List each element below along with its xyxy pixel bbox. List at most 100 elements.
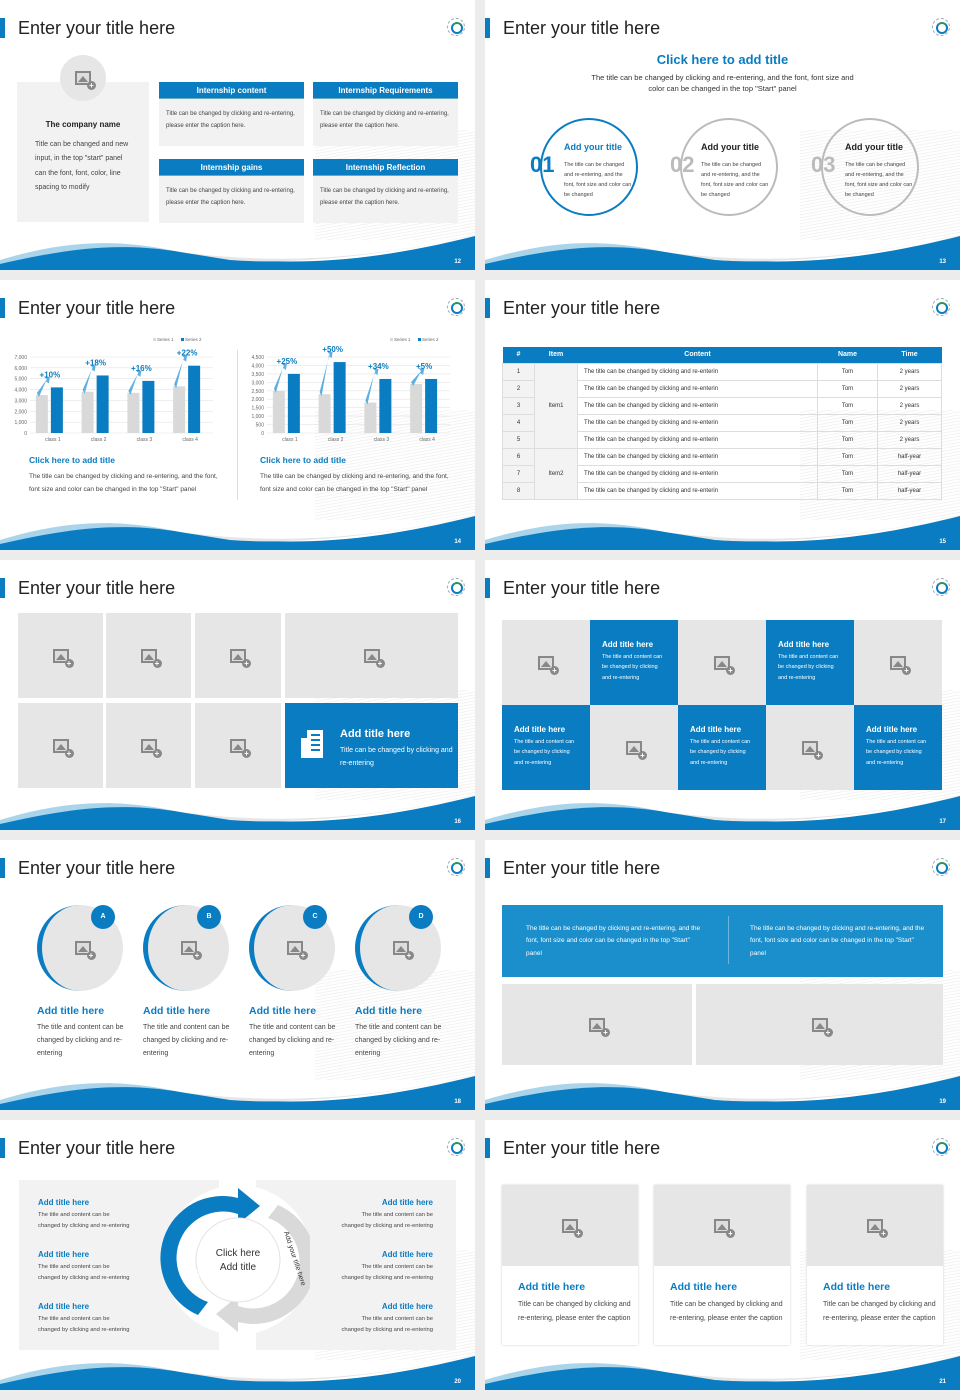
tile-title[interactable]: Add title here (602, 640, 666, 649)
tile-title[interactable]: Add title here (866, 725, 930, 734)
image-placeholder[interactable] (807, 1185, 943, 1266)
item-title[interactable]: Add title here (38, 1250, 89, 1259)
item-text[interactable]: changed by clicking and re-entering (341, 1325, 433, 1337)
cell-name[interactable]: Tom (817, 396, 878, 415)
company-name[interactable]: The company name (17, 120, 149, 129)
bar-series-1[interactable] (410, 384, 423, 433)
item-text[interactable]: changed by clicking and re-entering (38, 1221, 130, 1233)
tile-text[interactable]: The title and content can be changed by … (514, 737, 578, 768)
cell-time[interactable]: 2 years (877, 379, 942, 398)
chart-caption-title[interactable]: Click here to add title (260, 455, 346, 465)
cell-group[interactable]: Item2 (534, 447, 578, 500)
image-placeholder[interactable] (195, 613, 281, 698)
step-title[interactable]: Add your title (845, 142, 903, 152)
cell-content[interactable]: The title can be changed by clicking and… (577, 447, 818, 466)
slide-14[interactable]: Enter your title here 0 1,000 2,000 3,000 4,… (0, 280, 475, 550)
item-text[interactable]: changed by clicking and re-entering (38, 1273, 130, 1285)
cell-time[interactable]: half-year (877, 447, 942, 466)
tile-title[interactable]: Add title here (690, 725, 754, 734)
feature-title[interactable]: Add title here (340, 728, 410, 740)
bar-series-1[interactable] (272, 390, 285, 433)
image-placeholder[interactable] (195, 703, 281, 788)
tile-text[interactable]: The title and content can be changed by … (778, 652, 842, 683)
item-text[interactable]: The title and content can be (361, 1262, 433, 1274)
cell-time[interactable]: 2 years (877, 362, 942, 381)
bar-series-2[interactable] (379, 378, 392, 433)
slide-16[interactable]: Enter your title here Add title here Tit… (0, 560, 475, 830)
slide-13[interactable]: Enter your title here Click here to add … (485, 0, 960, 270)
item-text[interactable]: changed by clicking and re-entering (341, 1273, 433, 1285)
cell-content[interactable]: The title can be changed by clicking and… (577, 430, 818, 449)
cycle-center-line1[interactable]: Click here (216, 1248, 261, 1259)
image-placeholder[interactable] (654, 1185, 790, 1266)
image-placeholder[interactable] (696, 984, 943, 1065)
cell-content[interactable]: The title can be changed by clicking and… (577, 362, 818, 381)
slide-18[interactable]: Enter your title here A Add title here The… (0, 840, 475, 1110)
box-text[interactable]: Title can be changed by clicking and re-… (313, 99, 458, 141)
section-heading[interactable]: Click here to add title (485, 52, 960, 67)
slide-title[interactable]: Enter your title here (503, 578, 660, 599)
slide-title[interactable]: Enter your title here (18, 1138, 175, 1159)
image-placeholder[interactable] (766, 705, 854, 790)
cycle-center-line2[interactable]: Add title (220, 1262, 257, 1273)
slide-19[interactable]: Enter your title here The title can be c… (485, 840, 960, 1110)
cell-name[interactable]: Tom (817, 413, 878, 432)
tile-title[interactable]: Add title here (778, 640, 842, 649)
tile-text[interactable]: The title and content can be changed by … (602, 652, 666, 683)
slide-title[interactable]: Enter your title here (18, 18, 175, 39)
chart-caption-text[interactable]: The title can be changed by clicking and… (260, 470, 460, 496)
bar-series-2[interactable] (333, 362, 346, 433)
chart-caption-text[interactable]: The title can be changed by clicking and… (29, 470, 229, 496)
slide-title[interactable]: Enter your title here (503, 298, 660, 319)
image-placeholder[interactable] (18, 613, 103, 698)
slide-20[interactable]: Enter your title here Add title here The … (0, 1120, 475, 1390)
image-placeholder[interactable] (285, 613, 458, 698)
image-placeholder[interactable] (854, 620, 942, 705)
item-text[interactable]: The title and content can be changed by … (355, 1022, 447, 1061)
box-title[interactable]: Internship Reflection (313, 159, 458, 176)
item-text[interactable]: The title and content can be (361, 1314, 433, 1326)
slide-title[interactable]: Enter your title here (18, 578, 175, 599)
image-placeholder[interactable] (502, 984, 692, 1065)
card-title[interactable]: Add title here (823, 1281, 890, 1293)
cell-name[interactable]: Tom (817, 464, 878, 483)
cell-name[interactable]: Tom (817, 430, 878, 449)
tile-text[interactable]: The title and content can be changed by … (690, 737, 754, 768)
feature-text[interactable]: Title can be changed by clicking and re-… (340, 745, 455, 770)
cell-content[interactable]: The title can be changed by clicking and… (577, 396, 818, 415)
image-placeholder[interactable] (106, 613, 191, 698)
cell-name[interactable]: Tom (817, 362, 878, 381)
item-title[interactable]: Add title here (37, 1005, 104, 1017)
bar-series-1[interactable] (364, 402, 377, 433)
slide-17[interactable]: Enter your title here Add title here The … (485, 560, 960, 830)
step-text[interactable]: The title can be changed and re-entering… (845, 161, 915, 201)
image-placeholder[interactable] (106, 703, 191, 788)
slide-21[interactable]: Enter your title here Add title here Titl… (485, 1120, 960, 1390)
step-text[interactable]: The title can be changed and re-entering… (564, 161, 634, 201)
slide-title[interactable]: Enter your title here (503, 18, 660, 39)
box-text[interactable]: Title can be changed by clicking and re-… (159, 99, 304, 141)
item-text[interactable]: The title and content can be (38, 1210, 110, 1222)
item-text[interactable]: changed by clicking and re-entering (38, 1325, 130, 1337)
slide-15[interactable]: Enter your title here # Item Content Nam… (485, 280, 960, 550)
item-title[interactable]: Add title here (38, 1198, 89, 1207)
item-text[interactable]: The title and content can be (38, 1262, 110, 1274)
bar-series-1[interactable] (318, 394, 331, 433)
card-text[interactable]: Title can be changed by clicking and re-… (518, 1298, 636, 1327)
banner-text[interactable]: The title can be changed by clicking and… (750, 923, 930, 960)
image-placeholder[interactable] (502, 1185, 638, 1266)
box-title[interactable]: Internship gains (159, 159, 304, 176)
tile-text[interactable]: The title and content can be changed by … (866, 737, 930, 768)
item-title[interactable]: Add title here (382, 1198, 433, 1207)
cell-content[interactable]: The title can be changed by clicking and… (577, 379, 818, 398)
item-title[interactable]: Add title here (382, 1250, 433, 1259)
bar-series-2[interactable] (425, 378, 438, 433)
item-text[interactable]: The title and content can be changed by … (143, 1022, 235, 1061)
item-text[interactable]: The title and content can be changed by … (37, 1022, 129, 1061)
company-desc[interactable]: Title can be changed and new input, in t… (35, 138, 135, 195)
slide-12[interactable]: Enter your title here The company name T… (0, 0, 475, 270)
item-text[interactable]: The title and content can be changed by … (249, 1022, 341, 1061)
slide-title[interactable]: Enter your title here (503, 1138, 660, 1159)
box-title[interactable]: Internship Requirements (313, 82, 458, 99)
slide-title[interactable]: Enter your title here (18, 858, 175, 879)
